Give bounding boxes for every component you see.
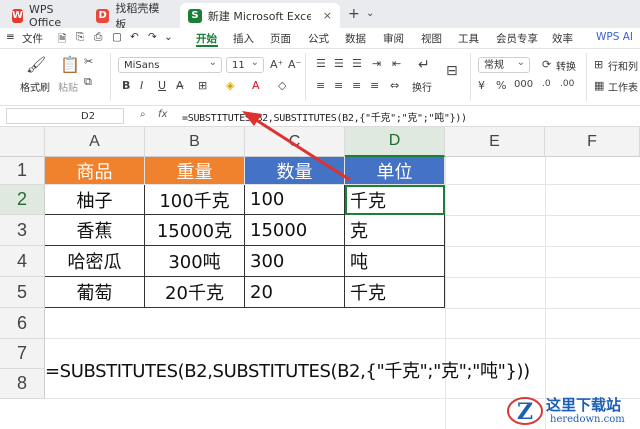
watermark-title: 这里下载站	[546, 396, 622, 414]
annotation-arrow-icon	[242, 111, 351, 182]
site-watermark: Z 这里下载站 heredown.com	[506, 392, 640, 429]
watermark-logo-icon: Z	[507, 397, 543, 425]
watermark-url: heredown.com	[550, 414, 625, 425]
svg-text:Z: Z	[517, 399, 533, 425]
